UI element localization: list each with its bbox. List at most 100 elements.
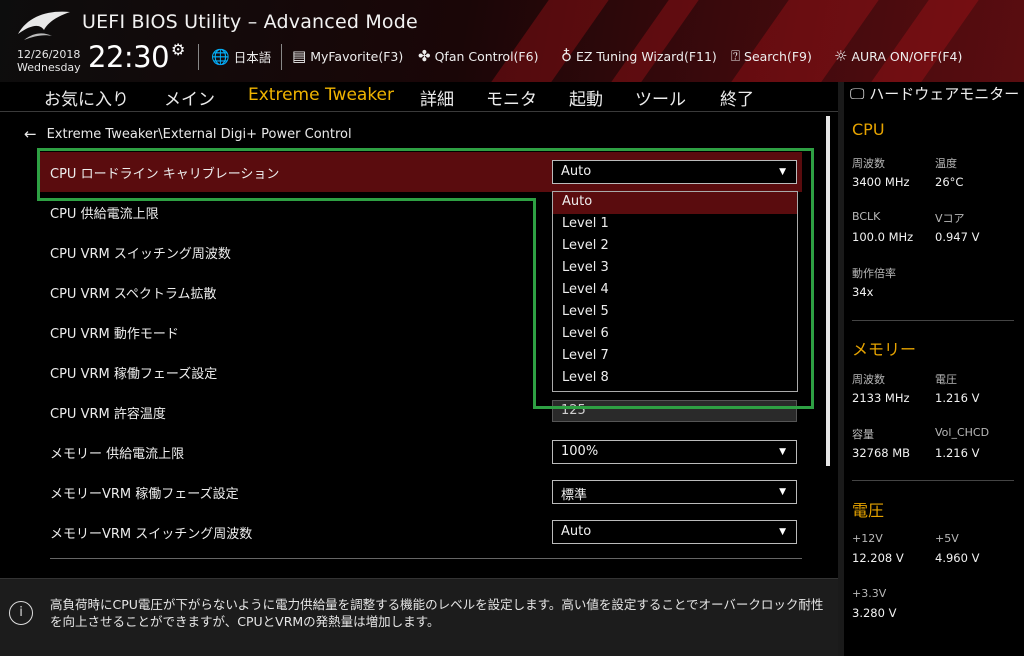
language-button[interactable]: 🌐 日本語 [211, 47, 271, 66]
v33-value: 3.280 V [852, 606, 897, 620]
vcore-label: Vコア [935, 212, 965, 225]
select-value: Auto [561, 524, 592, 539]
tab-boot[interactable]: 起動 [569, 85, 603, 110]
ez-tuning-label: EZ Tuning Wizard(F11) [576, 48, 717, 64]
v5-label: +5V [935, 532, 959, 545]
setting-label: CPU VRM 稼働フェーズ設定 [50, 367, 218, 382]
ez-tuning-wizard-button[interactable]: ♁ EZ Tuning Wizard(F11) [561, 47, 717, 65]
ratio-value: 34x [852, 285, 874, 299]
menu-bar: お気に入り メイン Extreme Tweaker 詳細 モニタ 起動 ツール … [0, 82, 838, 112]
vcore-value: 0.947 V [935, 230, 980, 244]
setting-label: CPU VRM スペクトラム拡散 [50, 287, 217, 302]
mem-volt-value: 1.216 V [935, 391, 980, 405]
bclk-label: BCLK [852, 210, 881, 223]
v12-label: +12V [852, 532, 883, 545]
ratio-label: 動作倍率 [852, 267, 896, 280]
mem-freq-label: 周波数 [852, 373, 885, 386]
header-decoration [611, 0, 699, 82]
tab-advanced[interactable]: 詳細 [420, 85, 454, 110]
back-arrow-icon[interactable]: ← [24, 125, 37, 143]
tab-favorites[interactable]: お気に入り [44, 85, 129, 110]
cpu-freq-label: 周波数 [852, 157, 885, 170]
chevron-down-icon: ▼ [779, 527, 786, 537]
search-icon: ⍰ [731, 47, 741, 65]
vol-chcd-value: 1.216 V [935, 446, 980, 460]
favorite-icon: ▤ [292, 47, 307, 65]
bclk-value: 100.0 MHz [852, 230, 914, 244]
aura-toggle-button[interactable]: ☼ AURA ON/OFF(F4) [834, 47, 962, 65]
header-decoration [731, 0, 879, 82]
bulb-icon: ♁ [561, 47, 572, 65]
setting-label: CPU VRM 動作モード [50, 327, 179, 342]
tab-monitor[interactable]: モニタ [486, 85, 537, 110]
cpu-temp-value: 26°C [935, 175, 964, 189]
hardware-monitor-panel: 🖵 ハードウェアモニター CPU 周波数 温度 3400 MHz 26°C BC… [838, 82, 1024, 656]
memory-current-limit-select[interactable]: 100% ▼ [552, 440, 797, 464]
myfavorite-button[interactable]: ▤ MyFavorite(F3) [292, 47, 403, 65]
panel-divider [852, 480, 1014, 481]
memory-vrm-phase-select[interactable]: 標準 ▼ [552, 480, 797, 504]
app-title: UEFI BIOS Utility – Advanced Mode [82, 11, 418, 33]
search-label: Search(F9) [744, 48, 812, 64]
aura-icon: ☼ [834, 47, 848, 65]
select-value: 標準 [561, 488, 588, 503]
v33-label: +3.3V [852, 587, 887, 600]
globe-icon: 🌐 [211, 47, 230, 66]
header-separator [281, 44, 282, 70]
hardware-monitor-label: ハードウェアモニター [869, 85, 1020, 103]
help-description: 高負荷時にCPU電圧が下がらないように電力供給量を調整する機能のレベルを設定しま… [50, 597, 824, 629]
myfavorite-label: MyFavorite(F3) [310, 48, 404, 64]
search-button[interactable]: ⍰ Search(F9) [731, 47, 812, 65]
info-icon: i [9, 601, 33, 625]
setting-label: CPU 供給電流上限 [50, 207, 159, 222]
panel-divider [852, 320, 1014, 321]
voltage-section-title: 電圧 [852, 501, 885, 520]
date-text: 12/26/2018 [17, 48, 81, 61]
weekday-text: Wednesday [17, 61, 81, 74]
header-bar: UEFI BIOS Utility – Advanced Mode 12/26/… [0, 0, 1024, 82]
vol-chcd-label: Vol_CHCD [935, 426, 990, 439]
setting-label: メモリーVRM スイッチング周波数 [50, 527, 253, 542]
setting-row-memory-vrm-switching-freq[interactable]: メモリーVRM スイッチング周波数 Auto ▼ [38, 512, 802, 552]
mem-volt-label: 電圧 [935, 373, 957, 386]
mem-capacity-label: 容量 [852, 428, 874, 441]
date-display: 12/26/2018 Wednesday [17, 48, 81, 74]
tab-exit[interactable]: 終了 [720, 85, 754, 110]
annotation-outline [37, 148, 814, 200]
v12-value: 12.208 V [852, 551, 904, 565]
cpu-freq-value: 3400 MHz [852, 175, 910, 189]
scrollbar-thumb[interactable] [826, 116, 830, 466]
header-separator [198, 44, 199, 70]
setting-row-memory-vrm-phase[interactable]: メモリーVRM 稼働フェーズ設定 標準 ▼ [38, 472, 802, 512]
setting-label: メモリーVRM 稼働フェーズ設定 [50, 487, 239, 502]
v5-value: 4.960 V [935, 551, 980, 565]
memory-section-title: メモリー [852, 340, 917, 359]
chevron-down-icon: ▼ [779, 447, 786, 457]
memory-vrm-switching-select[interactable]: Auto ▼ [552, 520, 797, 544]
monitor-icon: 🖵 [850, 85, 865, 103]
breadcrumb: ← Extreme Tweaker\External Digi+ Power C… [24, 125, 352, 143]
setting-row-memory-current-limit[interactable]: メモリー 供給電流上限 100% ▼ [38, 432, 802, 472]
rog-logo-icon [18, 11, 70, 40]
setting-label: CPU VRM スイッチング周波数 [50, 247, 231, 262]
mem-freq-value: 2133 MHz [852, 391, 910, 405]
qfan-control-button[interactable]: ✤ Qfan Control(F6) [418, 47, 538, 65]
header-decoration [871, 0, 979, 82]
setting-label: CPU VRM 許容温度 [50, 407, 166, 422]
mem-capacity-value: 32768 MB [852, 446, 911, 460]
header-decoration [491, 0, 609, 82]
help-bar: i 高負荷時にCPU電圧が下がらないように電力供給量を調整する機能のレベルを設定… [0, 578, 838, 656]
cpu-section-title: CPU [852, 120, 885, 139]
tab-main[interactable]: メイン [164, 85, 215, 110]
content-divider [50, 558, 802, 559]
fan-icon: ✤ [418, 47, 431, 65]
tab-extreme-tweaker[interactable]: Extreme Tweaker [248, 85, 394, 105]
clock-settings-gear-icon[interactable]: ⚙ [171, 40, 185, 59]
select-value: 100% [561, 444, 599, 459]
cpu-temp-label: 温度 [935, 157, 957, 170]
breadcrumb-path: Extreme Tweaker\External Digi+ Power Con… [46, 126, 352, 142]
chevron-down-icon: ▼ [779, 487, 786, 497]
tab-tool[interactable]: ツール [635, 85, 686, 110]
qfan-label: Qfan Control(F6) [434, 48, 539, 64]
hardware-monitor-title: 🖵 ハードウェアモニター [850, 86, 1020, 103]
